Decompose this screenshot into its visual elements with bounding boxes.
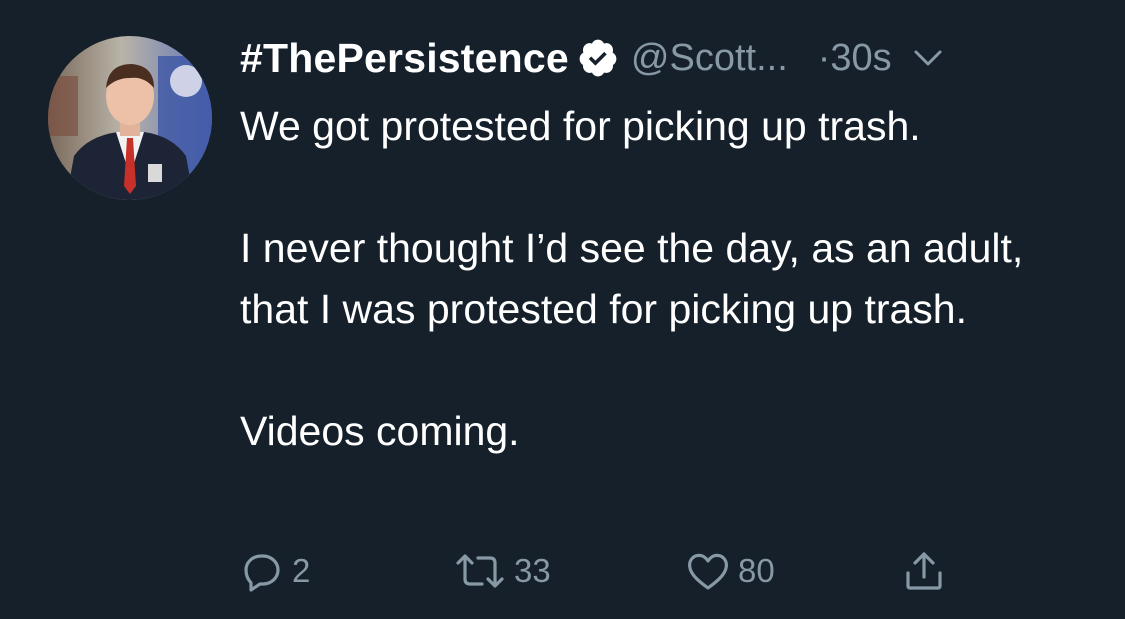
reply-button[interactable]: 2 bbox=[238, 545, 310, 597]
retweet-icon bbox=[456, 554, 504, 588]
share-icon bbox=[906, 552, 942, 590]
avatar[interactable] bbox=[48, 36, 212, 200]
tweet-actions: 2 33 80 bbox=[238, 545, 978, 597]
tweet-paragraph: Videos coming. bbox=[240, 408, 520, 454]
display-name[interactable]: #ThePersistence bbox=[240, 35, 569, 82]
tweet-header: #ThePersistence @Scott... ·30s bbox=[240, 30, 944, 86]
like-count: 80 bbox=[738, 552, 775, 589]
like-button[interactable]: 80 bbox=[684, 545, 775, 597]
chevron-down-icon[interactable] bbox=[912, 46, 944, 70]
share-button[interactable] bbox=[900, 545, 948, 597]
reply-icon bbox=[244, 554, 280, 592]
tweet-card[interactable]: #ThePersistence @Scott... ·30s We got pr… bbox=[0, 0, 1125, 619]
tweet-paragraph: I never thought I’d see the day, as an a… bbox=[240, 225, 1024, 332]
verified-badge-icon bbox=[577, 37, 619, 79]
retweet-button[interactable]: 33 bbox=[452, 545, 551, 597]
reply-count: 2 bbox=[292, 552, 311, 589]
tweet-paragraph: We got protested for picking up trash. bbox=[240, 103, 921, 149]
heart-icon bbox=[688, 553, 728, 590]
tweet-text: We got protested for picking up trash. I… bbox=[240, 96, 1100, 462]
user-handle[interactable]: @Scott... bbox=[631, 37, 788, 80]
retweet-count: 33 bbox=[514, 552, 551, 589]
timestamp[interactable]: ·30s bbox=[818, 37, 892, 80]
profile-photo-icon bbox=[48, 36, 212, 200]
